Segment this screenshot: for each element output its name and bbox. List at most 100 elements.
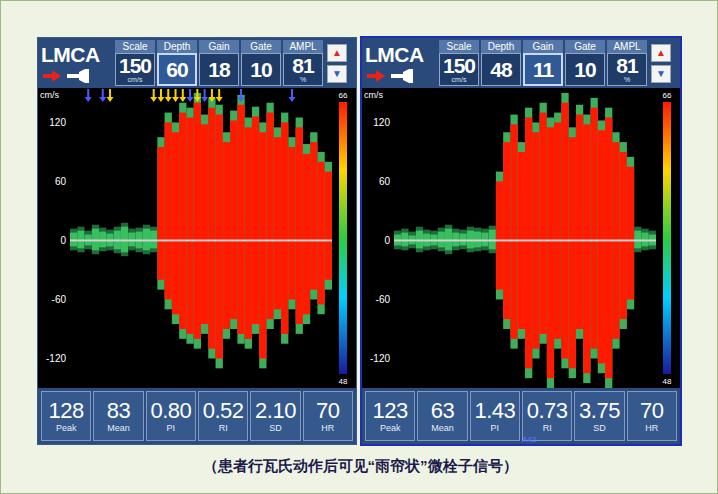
overlay-tag: A42 (522, 435, 536, 444)
up-button[interactable]: ▲ (651, 44, 671, 62)
spectrum-fringe (317, 152, 324, 241)
spectrum-bar (503, 142, 510, 240)
param-value[interactable]: 81% (607, 53, 647, 86)
spectrum-bar (591, 240, 598, 348)
spectrum-bar (208, 108, 215, 241)
param-value[interactable]: 60 (157, 53, 197, 86)
spectrum-bar (245, 240, 252, 338)
spectrum-fringe (143, 225, 150, 241)
param-box[interactable]: Scale150cm/s (115, 40, 155, 86)
panel-header: LMCAScale150cm/sDepth60Gain18Gate10AMPL8… (38, 38, 356, 88)
spectrum-fringe (70, 229, 77, 241)
param-value[interactable]: 10 (241, 53, 281, 86)
spectrum-bar (179, 113, 186, 241)
spectrum-bar (303, 240, 310, 314)
emboli-marker-icon (194, 89, 201, 102)
baseline (70, 239, 332, 241)
spectrum-fringe (620, 142, 627, 240)
spectrum-fringe (445, 240, 452, 254)
spectrum-fringe (99, 240, 106, 251)
spectrum-bar (445, 229, 452, 241)
spectrum-fringe (416, 227, 423, 241)
param-box[interactable]: AMPL81% (283, 40, 323, 86)
icon-row (365, 69, 435, 83)
spectrum-fringe (77, 227, 84, 241)
spectrum-fringe (467, 240, 474, 252)
spectrum-bar (172, 240, 179, 314)
param-box[interactable]: Gate10 (565, 40, 605, 86)
spectrum-fringe (634, 240, 641, 252)
param-box[interactable]: AMPL81% (607, 40, 647, 86)
doppler-spectrum: cm/s120600-60-1206648 (362, 88, 680, 388)
color-scale-min: 48 (663, 377, 672, 386)
down-button[interactable]: ▼ (651, 65, 671, 83)
readout-label: PI (491, 423, 500, 434)
spectrum-fringe (310, 240, 317, 299)
param-value[interactable]: 10 (565, 53, 605, 86)
panel-row: LMCAScale150cm/sDepth60Gain18Gate10AMPL8… (38, 38, 717, 444)
spectrum-fringe (409, 232, 416, 241)
up-button[interactable]: ▲ (327, 44, 347, 62)
readout-bar: 123Peak63Mean1.43PI0.73RI3.75SD70HRA42 (362, 388, 680, 444)
spectrum-fringe (569, 240, 576, 378)
spectrum-fringe (489, 240, 496, 253)
spectrum-bar (605, 240, 612, 378)
spectrum-bar (237, 240, 244, 333)
spectrum-fringe (230, 240, 237, 329)
axis-tick: -120 (370, 353, 390, 364)
emboli-marker-icon (157, 89, 164, 102)
param-box[interactable]: Gain11 (523, 40, 563, 86)
param-box[interactable]: Depth48 (481, 40, 521, 86)
spectrum-bar (310, 142, 317, 240)
param-value[interactable]: 150cm/s (115, 53, 155, 86)
axis-tick: 60 (379, 176, 391, 187)
spectrum-bar (230, 240, 237, 319)
param-box[interactable]: Depth60 (157, 40, 197, 86)
param-box[interactable]: Gain18 (199, 40, 239, 86)
param-value[interactable]: 48 (481, 53, 521, 86)
param-value[interactable]: 150cm/s (439, 53, 479, 86)
tcd-panel[interactable]: LMCAScale150cm/sDepth60Gain18Gate10AMPL8… (38, 38, 356, 444)
spectrum-fringe (230, 111, 237, 241)
spectrum-fringe (237, 240, 244, 343)
readout-cell: 83Mean (93, 391, 143, 441)
spectrum-fringe (325, 162, 332, 241)
spectrum-bar (165, 122, 172, 240)
spectrum-fringe (165, 113, 172, 241)
caption: （患者行瓦氏动作后可见“雨帘状”微栓子信号） (38, 456, 682, 476)
spectrum-fringe (561, 93, 568, 241)
readout-cell: 1.43PI (470, 391, 520, 441)
param-value[interactable]: 81% (283, 53, 323, 86)
probe-icon (391, 69, 415, 83)
direction-arrow-icon (43, 70, 61, 82)
spectrum-fringe (554, 240, 561, 348)
param-label: Gain (199, 40, 239, 53)
spectrum-bar (325, 172, 332, 241)
spectrum-fringe (627, 240, 634, 309)
probe-icon (67, 69, 91, 83)
spectrum-fringe (179, 103, 186, 241)
param-value-text: 10 (250, 59, 271, 80)
spectrum-bar (296, 240, 303, 324)
down-button[interactable]: ▼ (327, 65, 347, 83)
param-box[interactable]: Gate10 (241, 40, 281, 86)
readout-value: 123 (373, 399, 408, 423)
param-value[interactable]: 18 (199, 53, 239, 86)
spectrum-fringe (150, 240, 157, 252)
param-label: Gate (565, 40, 605, 53)
param-box[interactable]: Scale150cm/s (439, 40, 479, 86)
spectrum-fringe (394, 231, 401, 241)
spectrum-fringe (525, 108, 532, 241)
spectrum-bar (194, 240, 201, 338)
spectrum-bar (106, 234, 113, 241)
spectrum-fringe (423, 230, 430, 241)
spectrum-fringe (489, 226, 496, 241)
spectrum-fringe (518, 142, 525, 240)
spectrum-fringe (136, 228, 143, 241)
readout-value: 70 (316, 399, 339, 423)
spectrum-bar (70, 233, 77, 241)
spectrum-fringe (547, 240, 554, 388)
spectrum-bar (230, 120, 237, 240)
param-value[interactable]: 11 (523, 53, 563, 86)
tcd-panel[interactable]: LMCAScale150cm/sDepth48Gain11Gate10AMPL8… (362, 38, 680, 444)
